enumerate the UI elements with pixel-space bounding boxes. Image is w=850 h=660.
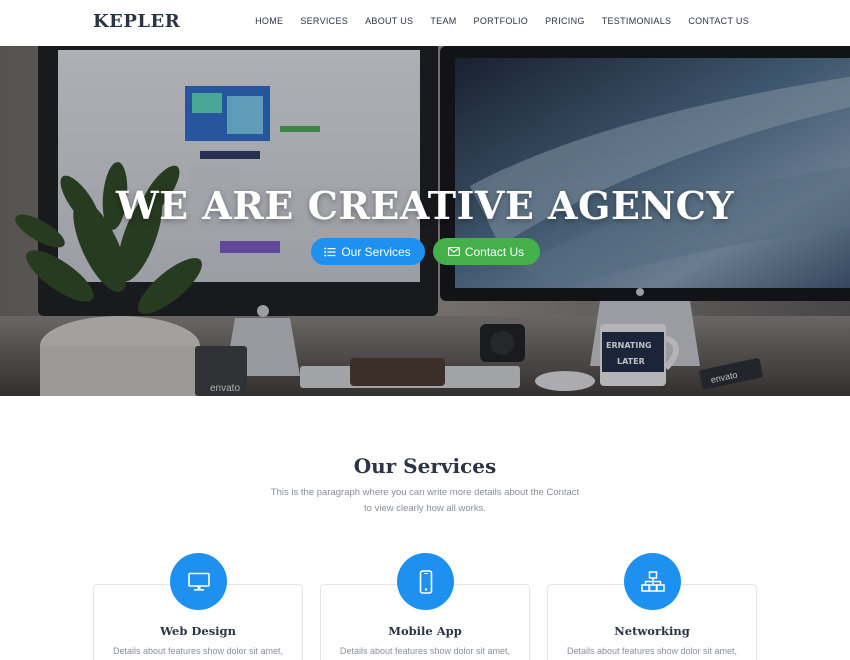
hero-section: envato ERNATING LATER envato WE ARE CREA… <box>0 46 850 396</box>
hero-buttons: Our Services Contact Us <box>0 238 850 265</box>
card-title: Mobile App <box>388 624 462 638</box>
card-text: Details about features show dolor sit am… <box>112 646 284 656</box>
nav-team[interactable]: TEAM <box>430 16 456 26</box>
card-text: Details about features show dolor sit am… <box>339 646 511 656</box>
our-services-button[interactable]: Our Services <box>310 238 425 265</box>
nav-about-us[interactable]: ABOUT US <box>365 16 413 26</box>
nav-testimonials[interactable]: TESTIMONIALS <box>602 16 672 26</box>
services-subtitle-line2: to view clearly how all works. <box>364 503 486 514</box>
contact-us-label: Contact Us <box>464 244 525 259</box>
card-title: Networking <box>614 624 690 638</box>
card-title: Web Design <box>160 624 236 638</box>
brand-logo[interactable]: KEPLER <box>93 11 180 32</box>
contact-us-button[interactable]: Contact Us <box>432 238 540 265</box>
service-card-networking[interactable]: Networking Details about features show d… <box>547 553 757 660</box>
monitor-icon <box>170 553 227 610</box>
envelope-icon <box>447 247 460 256</box>
our-services-label: Our Services <box>341 244 411 259</box>
services-subtitle: This is the paragraph where you can writ… <box>265 485 585 517</box>
nav-portfolio[interactable]: PORTFOLIO <box>474 16 529 26</box>
nav-services[interactable]: SERVICES <box>300 16 348 26</box>
services-subtitle-line1: This is the paragraph where you can writ… <box>270 487 580 498</box>
card-text: Details about features show dolor sit am… <box>566 646 738 656</box>
service-card-web-design[interactable]: Web Design Details about features show d… <box>93 553 303 660</box>
nav-contact-us[interactable]: CONTACT US <box>688 16 749 26</box>
nav-pricing[interactable]: PRICING <box>545 16 585 26</box>
nav-home[interactable]: HOME <box>255 16 283 26</box>
main-nav: HOME SERVICES ABOUT US TEAM PORTFOLIO PR… <box>255 16 749 26</box>
service-card-mobile-app[interactable]: Mobile App Details about features show d… <box>320 553 530 660</box>
hero-title: WE ARE CREATIVE AGENCY <box>115 183 735 228</box>
navbar: KEPLER HOME SERVICES ABOUT US TEAM PORTF… <box>0 0 850 46</box>
services-title: Our Services <box>353 454 497 478</box>
network-icon <box>624 553 681 610</box>
list-icon <box>324 247 336 257</box>
mobile-icon <box>397 553 454 610</box>
